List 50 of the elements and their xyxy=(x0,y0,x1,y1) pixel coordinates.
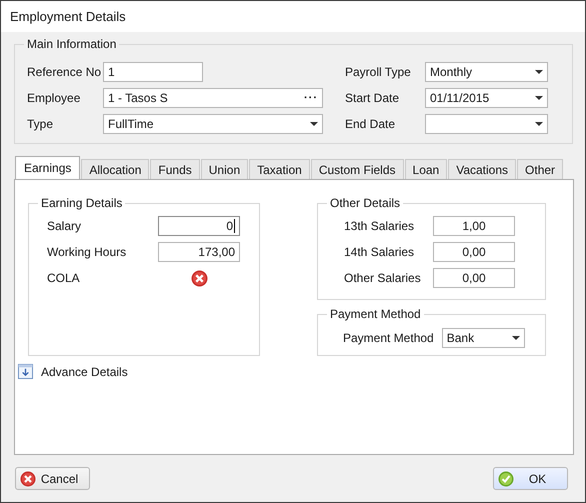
tab[interactable]: Funds xyxy=(150,159,200,179)
group-title: Main Information xyxy=(24,37,120,51)
ok-button[interactable]: OK xyxy=(493,467,568,490)
dropdown[interactable]: Bank xyxy=(442,328,525,348)
field-label: Employee xyxy=(27,91,82,105)
field-label: Type xyxy=(27,117,54,131)
field-label: Other Salaries xyxy=(344,271,422,285)
caret-icon xyxy=(535,70,543,74)
field-label: Start Date xyxy=(345,91,400,105)
input-field[interactable]: 0,00 xyxy=(433,242,515,262)
field-label: Working Hours xyxy=(47,245,128,259)
window-title: Employment Details xyxy=(10,9,126,24)
expand-toggle[interactable]: Advance Details xyxy=(18,364,128,379)
field-label: Payroll Type xyxy=(345,65,412,79)
tab[interactable]: Loan xyxy=(404,159,448,179)
cross-icon[interactable] xyxy=(190,270,208,286)
caret-icon xyxy=(310,122,318,126)
group-title: Payment Method xyxy=(327,307,424,321)
field-label: Salary xyxy=(47,219,82,233)
ellipsis-button[interactable]: ··· xyxy=(304,92,318,104)
field-label: End Date xyxy=(345,117,396,131)
field-label: 14th Salaries xyxy=(344,245,416,259)
input-field[interactable]: 173,00 xyxy=(158,242,240,262)
tab[interactable]: Other xyxy=(517,159,564,179)
tab[interactable]: Custom Fields xyxy=(310,159,404,179)
tab[interactable]: Taxation xyxy=(249,159,310,179)
field-label: COLA xyxy=(47,271,81,285)
group-title: Earning Details xyxy=(38,196,126,210)
dropdown[interactable]: Monthly xyxy=(425,62,548,82)
dropdown[interactable]: FullTime xyxy=(103,114,323,134)
caret-icon xyxy=(512,336,520,340)
input-field[interactable]: 0,00 xyxy=(433,268,515,288)
tab[interactable]: Vacations xyxy=(448,159,516,179)
cancel-button[interactable]: Cancel xyxy=(15,467,90,490)
tab[interactable]: Allocation xyxy=(81,159,150,179)
input-field[interactable]: 1,00 xyxy=(433,216,515,236)
input-field[interactable]: 1 xyxy=(103,62,203,82)
dropdown[interactable]: 01/11/2015 xyxy=(425,88,548,108)
input-field[interactable]: 1 - Tasos S ··· xyxy=(103,88,323,108)
field-label: Reference No xyxy=(27,65,102,79)
tab[interactable]: Union xyxy=(200,159,248,179)
field-label: 13th Salaries xyxy=(344,219,416,233)
tab[interactable]: Earnings xyxy=(15,156,80,179)
input-field[interactable]: 0 xyxy=(158,216,240,236)
check-icon xyxy=(498,470,514,486)
field-label: Payment Method xyxy=(343,330,434,347)
group-title: Other Details xyxy=(327,196,404,210)
caret-icon xyxy=(535,122,543,126)
cross-icon xyxy=(20,470,36,486)
caret-icon xyxy=(535,96,543,100)
